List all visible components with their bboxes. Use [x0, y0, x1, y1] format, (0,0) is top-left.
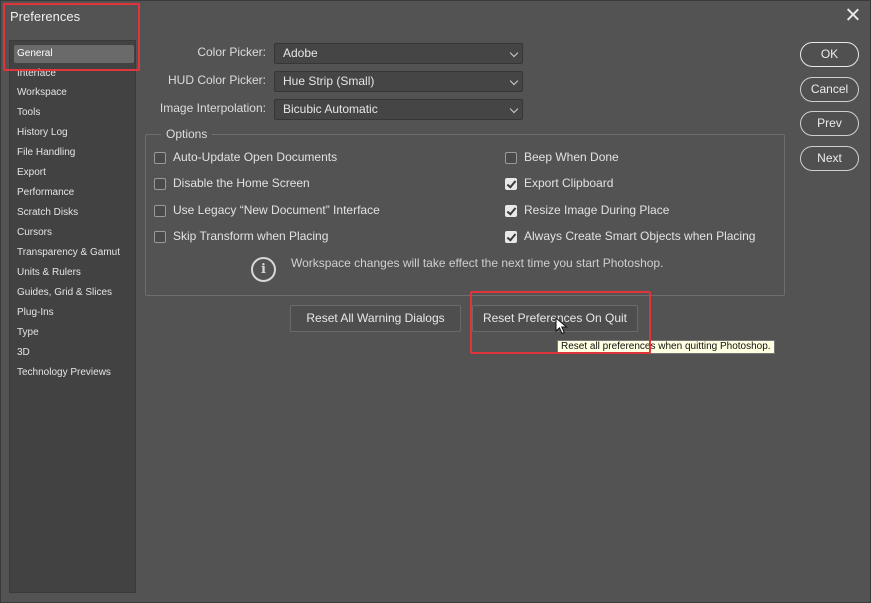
- sidebar-item-performance[interactable]: Performance: [17, 186, 74, 200]
- sidebar-item-export[interactable]: Export: [17, 166, 46, 180]
- smart-objects-label: Always Create Smart Objects when Placing: [524, 229, 756, 243]
- workspace-info-text: Workspace changes will take effect the n…: [291, 256, 664, 270]
- mouse-cursor-icon: [555, 317, 568, 335]
- hud-color-picker-label: HUD Color Picker:: [167, 73, 266, 87]
- smart-objects-checkbox[interactable]: [505, 231, 517, 243]
- hud-color-picker-value: Hue Strip (Small): [283, 74, 375, 88]
- prev-button[interactable]: Prev: [800, 111, 859, 136]
- reset-warning-dialogs-button[interactable]: Reset All Warning Dialogs: [290, 305, 461, 332]
- sidebar-item-cursors[interactable]: Cursors: [17, 226, 52, 240]
- preferences-dialog: Preferences General Interface Workspace …: [0, 0, 871, 603]
- sidebar-item-transparency-gamut[interactable]: Transparency & Gamut: [17, 246, 120, 260]
- color-picker-label: Color Picker:: [197, 45, 266, 59]
- sidebar-item-file-handling[interactable]: File Handling: [17, 146, 75, 160]
- options-legend: Options: [161, 127, 213, 141]
- sidebar-item-tools[interactable]: Tools: [17, 106, 40, 120]
- preferences-sidebar: General Interface Workspace Tools Histor…: [9, 40, 136, 593]
- legacy-new-document-checkbox[interactable]: [154, 205, 166, 217]
- info-icon: i: [251, 257, 276, 282]
- sidebar-item-type[interactable]: Type: [17, 326, 39, 340]
- sidebar-item-history-log[interactable]: History Log: [17, 126, 68, 140]
- close-icon[interactable]: [844, 6, 862, 24]
- next-button[interactable]: Next: [800, 146, 859, 171]
- export-clipboard-checkbox[interactable]: [505, 178, 517, 190]
- sidebar-item-guides-grid-slices[interactable]: Guides, Grid & Slices: [17, 286, 112, 300]
- color-picker-select[interactable]: Adobe: [274, 43, 523, 64]
- dialog-title: Preferences: [10, 9, 81, 24]
- disable-home-screen-checkbox[interactable]: [154, 178, 166, 190]
- chevron-down-icon: [509, 104, 519, 114]
- image-interpolation-select[interactable]: Bicubic Automatic: [274, 99, 523, 120]
- sidebar-item-units-rulers[interactable]: Units & Rulers: [17, 266, 81, 280]
- chevron-down-icon: [509, 48, 519, 58]
- auto-update-checkbox[interactable]: [154, 152, 166, 164]
- sidebar-item-interface[interactable]: Interface: [17, 67, 56, 81]
- hud-color-picker-select[interactable]: Hue Strip (Small): [274, 71, 523, 92]
- sidebar-item-plug-ins[interactable]: Plug-Ins: [17, 306, 54, 320]
- skip-transform-checkbox[interactable]: [154, 231, 166, 243]
- sidebar-item-technology-previews[interactable]: Technology Previews: [17, 366, 111, 380]
- cancel-button[interactable]: Cancel: [800, 77, 859, 102]
- image-interpolation-value: Bicubic Automatic: [283, 102, 378, 116]
- reset-preferences-tooltip: Reset all preferences when quitting Phot…: [557, 340, 775, 354]
- sidebar-item-workspace[interactable]: Workspace: [17, 86, 67, 100]
- disable-home-screen-label: Disable the Home Screen: [173, 176, 310, 190]
- sidebar-item-general[interactable]: General: [14, 45, 134, 63]
- auto-update-label: Auto-Update Open Documents: [173, 150, 338, 164]
- beep-when-done-checkbox[interactable]: [505, 152, 517, 164]
- color-picker-value: Adobe: [283, 46, 318, 60]
- legacy-new-document-label: Use Legacy “New Document” Interface: [173, 203, 380, 217]
- sidebar-item-3d[interactable]: 3D: [17, 346, 30, 360]
- beep-when-done-label: Beep When Done: [524, 150, 619, 164]
- export-clipboard-label: Export Clipboard: [524, 176, 614, 190]
- resize-image-label: Resize Image During Place: [524, 203, 670, 217]
- ok-button[interactable]: OK: [800, 42, 859, 67]
- title-bar: Preferences: [1, 1, 870, 33]
- resize-image-checkbox[interactable]: [505, 205, 517, 217]
- image-interpolation-label: Image Interpolation:: [159, 101, 266, 115]
- sidebar-item-scratch-disks[interactable]: Scratch Disks: [17, 206, 78, 220]
- chevron-down-icon: [509, 76, 519, 86]
- skip-transform-label: Skip Transform when Placing: [173, 229, 329, 243]
